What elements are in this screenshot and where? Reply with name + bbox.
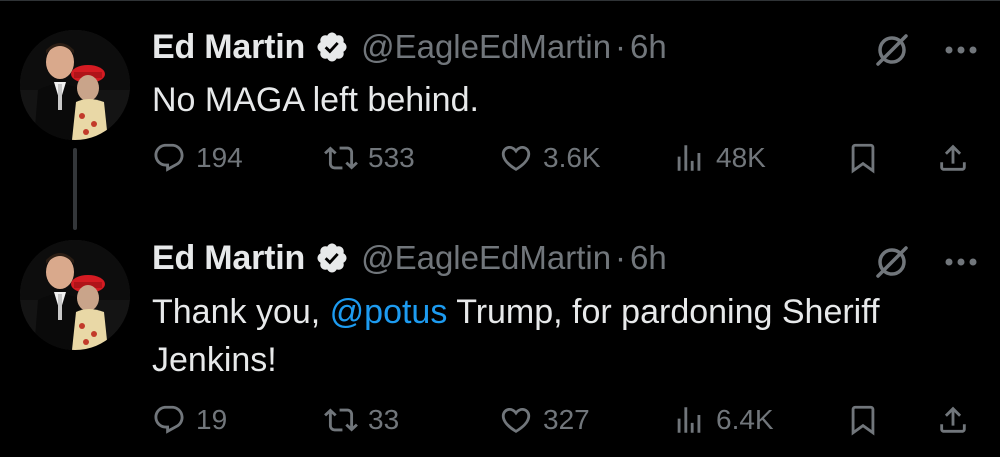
bookmark-button[interactable] (846, 138, 880, 178)
avatar[interactable] (20, 30, 130, 140)
tweet-header: Ed Martin @EagleEdMartin · 6h (152, 27, 667, 67)
avatar[interactable] (20, 240, 130, 350)
tweet-text: No MAGA left behind. (152, 76, 960, 124)
author-handle[interactable]: @EagleEdMartin (361, 28, 611, 66)
heart-icon (499, 141, 533, 175)
reply-button[interactable]: 194 (152, 138, 243, 178)
like-button[interactable]: 327 (499, 400, 590, 440)
retweet-icon (324, 141, 358, 175)
author-name[interactable]: Ed Martin (152, 239, 305, 278)
tweet[interactable]: Ed Martin @EagleEdMartin · 6h Thank you, (0, 228, 1000, 457)
reply-icon (152, 403, 186, 437)
views-count: 6.4K (716, 404, 774, 435)
share-icon (936, 141, 970, 175)
tweet-header: Ed Martin @EagleEdMartin · 6h (152, 238, 667, 278)
timestamp[interactable]: 6h (630, 239, 667, 277)
retweet-button[interactable]: 533 (324, 138, 415, 178)
mention-link[interactable]: @potus (330, 293, 448, 331)
more-dots-icon[interactable] (944, 257, 978, 267)
like-count: 3.6K (543, 142, 601, 173)
timestamp[interactable]: 6h (630, 28, 667, 66)
tweet-top-actions (872, 30, 978, 70)
reply-count: 19 (196, 404, 228, 435)
bookmark-icon (846, 403, 880, 437)
bookmark-icon (846, 141, 880, 175)
share-button[interactable] (936, 138, 970, 178)
tweet-top-actions (872, 242, 978, 282)
grok-slash-icon[interactable] (872, 30, 912, 70)
verified-badge-icon (305, 241, 349, 275)
author-name[interactable]: Ed Martin (152, 28, 305, 67)
retweet-button[interactable]: 33 (324, 400, 399, 440)
views-chart-icon (672, 403, 706, 437)
retweet-count: 533 (368, 142, 415, 173)
views-button[interactable]: 6.4K (672, 400, 774, 440)
tweet[interactable]: Ed Martin @EagleEdMartin · 6h No MAGA le (0, 0, 1000, 230)
thread-connector-line (73, 148, 77, 230)
retweet-icon (324, 403, 358, 437)
views-button[interactable]: 48K (672, 138, 766, 178)
tweet-text: Thank you, @potus Trump, for pardoning S… (152, 288, 960, 384)
author-handle[interactable]: @EagleEdMartin (361, 239, 611, 277)
separator-dot: · (615, 239, 627, 276)
reply-count: 194 (196, 142, 243, 173)
reply-icon (152, 141, 186, 175)
separator-dot: · (615, 28, 627, 65)
like-button[interactable]: 3.6K (499, 138, 601, 178)
tweet-text-body: Thank you, (152, 293, 330, 331)
tweet-text-body: No MAGA left behind. (152, 81, 479, 119)
retweet-count: 33 (368, 404, 400, 435)
tweet-actions: 194 533 3.6K 48K (152, 138, 972, 178)
views-count: 48K (716, 142, 766, 173)
share-icon (936, 403, 970, 437)
views-chart-icon (672, 141, 706, 175)
heart-icon (499, 403, 533, 437)
tweet-actions: 19 33 327 6.4K (152, 400, 972, 440)
bookmark-button[interactable] (846, 400, 880, 440)
more-dots-icon[interactable] (944, 45, 978, 55)
grok-slash-icon[interactable] (872, 242, 912, 282)
reply-button[interactable]: 19 (152, 400, 227, 440)
share-button[interactable] (936, 400, 970, 440)
like-count: 327 (543, 404, 590, 435)
verified-badge-icon (305, 30, 349, 64)
